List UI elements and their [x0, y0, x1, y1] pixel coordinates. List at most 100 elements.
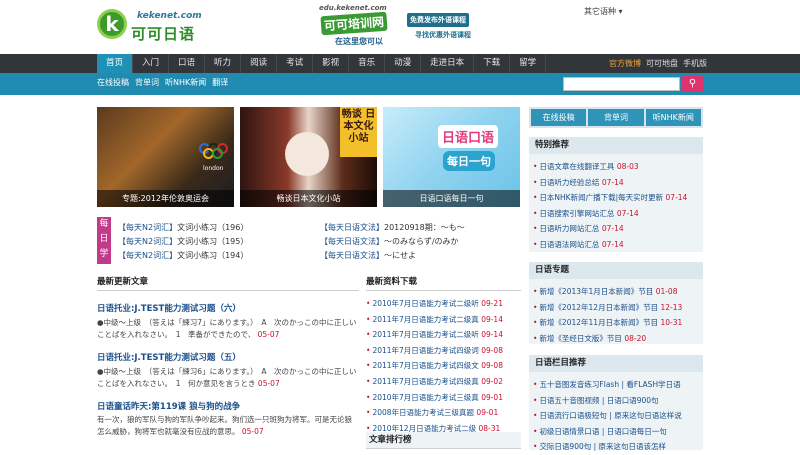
- list-item[interactable]: • 初级日语情景口语 | 日语口语每日一句: [533, 424, 701, 440]
- article-date: 05-07: [257, 330, 280, 339]
- daily-tag: 【每天日语文法】: [320, 237, 384, 246]
- article-date: 05-07: [241, 427, 264, 436]
- list-item-date: 09-02: [481, 376, 503, 386]
- promo-japan-culture[interactable]: 畅谈 日本文化小站 畅谈日本文化小站: [240, 107, 377, 207]
- nav-item[interactable]: 考试: [277, 54, 314, 73]
- list-item[interactable]: • 2011年7月日语能力考试二级听 09-14: [366, 327, 521, 343]
- nav-item[interactable]: 口语: [169, 54, 206, 73]
- daily-item[interactable]: 【每天日语文法】20120918期：～も～: [320, 222, 465, 233]
- bullet-icon: •: [366, 314, 371, 324]
- list-item[interactable]: • 2011年7月日语能力考试二级真 09-14: [366, 312, 521, 328]
- list-item-text: 2010年7月日语能力考试三级真: [372, 392, 479, 402]
- logo-name: 可可日语: [131, 25, 196, 43]
- promo-subtitle: 每日一句: [443, 151, 495, 171]
- weibo-link[interactable]: 官方微博: [609, 54, 641, 73]
- nav-item[interactable]: 听力: [205, 54, 242, 73]
- columns-box: 日语栏目推荐 • 五十音图发音练习Flash | 看FLASH学日语 • 日语五十音图…: [529, 355, 703, 451]
- daily-item[interactable]: 【每天日语文法】～のみならず/のみか: [320, 236, 459, 247]
- list-item[interactable]: • 日语搜索引擎网站汇总 07-14: [533, 206, 701, 222]
- article-text: ●中级～上级 （答えは「練习6」にあります。） A 次のかっこの中に正しいことば…: [97, 367, 357, 388]
- promo-olympics[interactable]: london 专题:2012年伦敦奥运会: [97, 107, 234, 207]
- site-logo[interactable]: k kekenet.com 可可日语: [97, 7, 247, 47]
- list-item[interactable]: • 新增《2013年1月日本新闻》节目 01-08: [533, 284, 701, 300]
- promo-daily-phrase[interactable]: 日语口语 每日一句 日语口语每日一句: [383, 107, 520, 207]
- mobile-link[interactable]: 手机版: [683, 54, 707, 73]
- list-item[interactable]: • 日语文章在线翻译工具 08-03: [533, 159, 701, 175]
- bullet-icon: •: [366, 408, 371, 418]
- promo-caption: 畅谈日本文化小站: [240, 190, 377, 207]
- nav-item[interactable]: 入门: [133, 54, 170, 73]
- list-item[interactable]: • 日语语法网站汇总 07-14: [533, 237, 701, 253]
- special-heading: 特别推荐: [529, 137, 703, 154]
- daily-tag: 【每天日语文法】: [320, 223, 384, 232]
- sidebar-tab-submit[interactable]: 在线投稿: [531, 109, 587, 126]
- sidebar-tab-nhk[interactable]: 听NHK新闻: [645, 109, 701, 126]
- bullet-icon: •: [366, 299, 371, 308]
- bullet-icon: •: [366, 330, 371, 340]
- list-item-text: 五十音图发音练习Flash | 看FLASH学日语: [539, 380, 681, 389]
- daily-item[interactable]: 【每天N2词汇】文词小练习（195）: [118, 236, 248, 247]
- list-item-date: 01-08: [655, 287, 678, 296]
- list-item-text: 2010年7月日语能力考试二级听: [372, 299, 479, 308]
- bullet-icon: •: [533, 193, 538, 203]
- bullet-icon: •: [533, 318, 538, 328]
- list-item[interactable]: • 2010年7月日语能力考试三级真 09-01: [366, 390, 521, 406]
- list-item-date: 08-20: [624, 333, 647, 343]
- nav-item[interactable]: 留学: [510, 54, 547, 73]
- latest-heading: 最新更新文章: [97, 274, 359, 291]
- list-item-text: 2011年7月日语能力考试二级真: [372, 314, 479, 324]
- daily-item[interactable]: 【每天N2词汇】文词小练习（196）: [118, 222, 248, 233]
- list-item[interactable]: • 2011年7月日语能力考试四级文 09-08: [366, 358, 521, 374]
- list-item[interactable]: • 新增《2012年11月日本新闻》节目 10-31: [533, 315, 701, 331]
- list-item-text: 日语听力经验总结: [539, 177, 600, 187]
- nav-item[interactable]: 音乐: [349, 54, 386, 73]
- list-item-date: 09-01: [481, 392, 503, 402]
- list-item-text: 2011年7月日语能力考试四级真: [372, 376, 479, 386]
- list-item[interactable]: • 2011年7月日语能力考试四级真 09-02: [366, 374, 521, 390]
- sub-link-vocab[interactable]: 背单词: [135, 73, 159, 93]
- sub-link-submit[interactable]: 在线投稿: [97, 73, 129, 93]
- nav-item[interactable]: 动漫: [385, 54, 422, 73]
- list-item-text: 新增《2013年1月日本新闻》节目: [539, 287, 654, 296]
- nav-item[interactable]: 影视: [313, 54, 350, 73]
- ranking-heading: 文章排行榜: [366, 432, 521, 449]
- search-button[interactable]: ⚲: [682, 76, 703, 92]
- sidebar-tab-vocab[interactable]: 背单词: [588, 109, 644, 126]
- list-item[interactable]: • 2008年日语能力考试三级真题 09-01: [366, 405, 521, 421]
- edu-banner[interactable]: edu.kekenet.com 可可培训网 在这里您可以 免费发布外语课程 寻找…: [315, 3, 515, 51]
- special-box: 特别推荐 • 日语文章在线翻译工具 08-03 • 日语听力经验总结 07-14 • 日本…: [529, 137, 703, 252]
- resources-list: • 2010年7月日语能力考试二级听 09-21 • 2011年7月日语能力考试二级真…: [366, 296, 521, 436]
- language-menu[interactable]: 其它语种 ▾: [584, 6, 623, 17]
- nav-item[interactable]: 下载: [474, 54, 511, 73]
- list-item-date: 09-14: [481, 314, 503, 324]
- list-item[interactable]: • 五十音图发音练习Flash | 看FLASH学日语: [533, 377, 701, 393]
- list-item[interactable]: • 日本NHK新闻广播下载|每天实时更新 07-14: [533, 190, 701, 206]
- daily-item[interactable]: 【每天日语文法】～にせよ: [320, 250, 416, 261]
- list-item[interactable]: • 日语流行口语极短句 | 原来这句日语这样说: [533, 408, 701, 424]
- list-item-text: 日本NHK新闻广播下载|每天实时更新: [539, 193, 664, 203]
- list-item[interactable]: • 交际日语900句 | 原来这句日语该怎样: [533, 439, 701, 455]
- list-item[interactable]: • 2010年7月日语能力考试二级听 09-21: [366, 296, 521, 312]
- article-title[interactable]: 日语托业:J.TEST能力测试习题（五）: [97, 351, 241, 363]
- bullet-icon: •: [533, 426, 538, 436]
- daily-item[interactable]: 【每天N2词汇】文词小练习（194）: [118, 250, 248, 261]
- site-map-link[interactable]: 可可地盘: [646, 54, 678, 73]
- sub-link-nhk[interactable]: 听NHK新闻: [165, 73, 206, 93]
- sub-link-translate[interactable]: 翻译: [212, 73, 228, 93]
- nav-item[interactable]: 走进日本: [421, 54, 475, 73]
- nav-item[interactable]: 首页: [97, 54, 134, 73]
- list-item-date: 07-14: [601, 239, 624, 249]
- list-item[interactable]: • 2011年7月日语能力考试四级词 09-08: [366, 343, 521, 359]
- nav-item[interactable]: 阅读: [241, 54, 278, 73]
- list-item[interactable]: • 日语听力网站汇总 07-14: [533, 221, 701, 237]
- search-input[interactable]: [563, 77, 680, 91]
- search-icon: ⚲: [688, 78, 697, 89]
- list-item[interactable]: • 新增《2012年12月日本新闻》节目 12-13: [533, 300, 701, 316]
- list-item[interactable]: • 新增《圣经日文版》节目 08-20: [533, 331, 701, 347]
- list-item[interactable]: • 日语五十音图视频 | 日语口语900句: [533, 393, 701, 409]
- list-item[interactable]: • 日语听力经验总结 07-14: [533, 175, 701, 191]
- list-item-text: 日语流行口语极短句 | 原来这句日语这样说: [539, 411, 682, 421]
- article-title[interactable]: 日语托业:J.TEST能力测试习题（六）: [97, 302, 241, 314]
- daily-label: 每日学: [97, 217, 111, 264]
- article-title[interactable]: 日语童话昨天:第119课 狼与狗的战争: [97, 400, 240, 412]
